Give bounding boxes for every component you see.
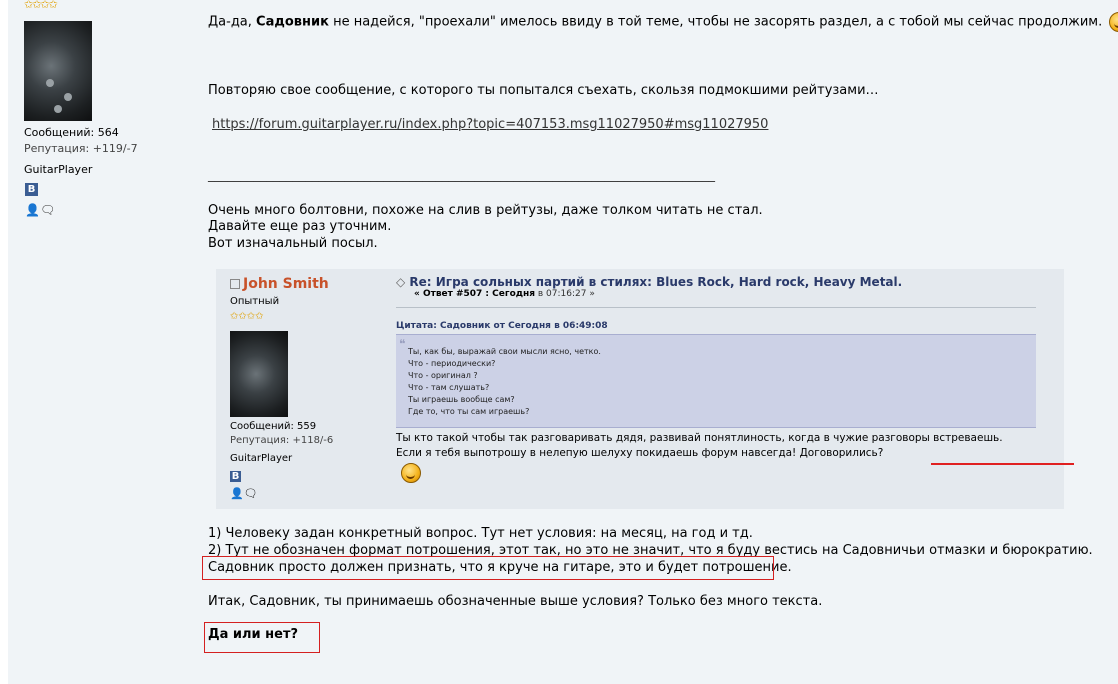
paragraph-3: Очень много болтовни, похоже на слив в р… xyxy=(208,203,763,218)
page: ✩✩✩✩ Сообщений: 564 Репутация: +119/-7 G… xyxy=(0,0,1118,684)
quoted-avatar xyxy=(230,331,288,417)
rank-stars: ✩✩✩✩ xyxy=(24,0,58,11)
quoted-group: GuitarPlayer xyxy=(230,453,293,464)
posts-count: Сообщений: 564 xyxy=(24,126,119,139)
paragraph-1: Да-да, Садовник не надейся, "проехали" и… xyxy=(208,12,1118,32)
nested-quote-line: Что - оригинал ? xyxy=(408,371,478,380)
smiley-icon xyxy=(1109,12,1118,32)
quoted-vk-icon: B xyxy=(230,471,241,482)
red-box-final-annotation xyxy=(204,622,320,653)
nested-quote-line: Что - там слушать? xyxy=(408,383,490,392)
user-group: GuitarPlayer xyxy=(24,163,93,176)
quoted-smiley-icon xyxy=(401,463,421,483)
quoted-reply-line-1: Ты кто такой чтобы так разговаривать дяд… xyxy=(396,432,1003,444)
nested-quote-line: Ты, как бы, выражай свои мысли ясно, чет… xyxy=(408,347,601,356)
topic-icon: ◇ xyxy=(396,275,410,289)
quoted-reputation: Репутация: +118/-6 xyxy=(230,435,334,446)
nested-quote-line: Ты играешь вообще сам? xyxy=(408,395,515,404)
quoted-post-screenshot: John Smith Опытный ✩✩✩✩ Сообщений: 559 Р… xyxy=(216,269,1064,509)
quoted-meta: « Ответ #507 : Сегодня в 07:16:27 » xyxy=(414,289,595,299)
quote-citation: Цитата: Садовник от Сегодня в 06:49:08 xyxy=(396,321,608,331)
nested-quote: ❝ Ты, как бы, выражай свои мысли ясно, ч… xyxy=(396,334,1036,428)
online-status-icon xyxy=(230,279,240,289)
forum-post: ✩✩✩✩ Сообщений: 564 Репутация: +119/-7 G… xyxy=(8,0,1118,684)
quoted-topic-title: Re: Игра сольных партий в стилях: Blues … xyxy=(409,275,903,289)
paragraph-6: Итак, Садовник, ты принимаешь обозначенн… xyxy=(208,594,823,609)
red-box-annotation xyxy=(202,556,774,580)
quoted-separator xyxy=(396,307,1036,308)
quoted-author-name[interactable]: John Smith xyxy=(230,276,329,292)
separator-line: ________________________________________… xyxy=(208,168,715,183)
paragraph-2: Повторяю свое сообщение, с которого ты п… xyxy=(208,83,879,98)
paragraph-4: Давайте еще раз уточним. xyxy=(208,219,392,234)
quoted-profile-icons: 👤🗨 xyxy=(230,487,258,500)
quoted-rank: Опытный xyxy=(230,296,280,307)
quoted-reply-line-2: Если я тебя выпотрошу в нелепую шелуху п… xyxy=(396,447,884,459)
avatar[interactable] xyxy=(24,21,92,121)
reputation: Репутация: +119/-7 xyxy=(24,142,138,155)
red-underline-annotation xyxy=(931,463,1074,465)
quoted-stars: ✩✩✩✩ xyxy=(230,311,264,322)
vk-icon[interactable]: B xyxy=(25,183,38,196)
paragraph-5: Вот изначальный посыл. xyxy=(208,236,378,251)
topic-link[interactable]: https://forum.guitarplayer.ru/index.php?… xyxy=(212,117,768,132)
quoted-header: ◇ Re: Игра сольных партий в стилях: Blue… xyxy=(396,275,902,299)
nested-quote-line: Где то, что ты сам играешь? xyxy=(408,407,530,416)
list-item-1: 1) Человеку задан конкретный вопрос. Тут… xyxy=(208,526,753,541)
nested-quote-line: Что - периодически? xyxy=(408,359,496,368)
quote-mark-icon: ❝ xyxy=(399,337,406,351)
profile-pm-icons[interactable]: 👤🗨 xyxy=(25,203,55,217)
quoted-posts-count: Сообщений: 559 xyxy=(230,421,317,432)
